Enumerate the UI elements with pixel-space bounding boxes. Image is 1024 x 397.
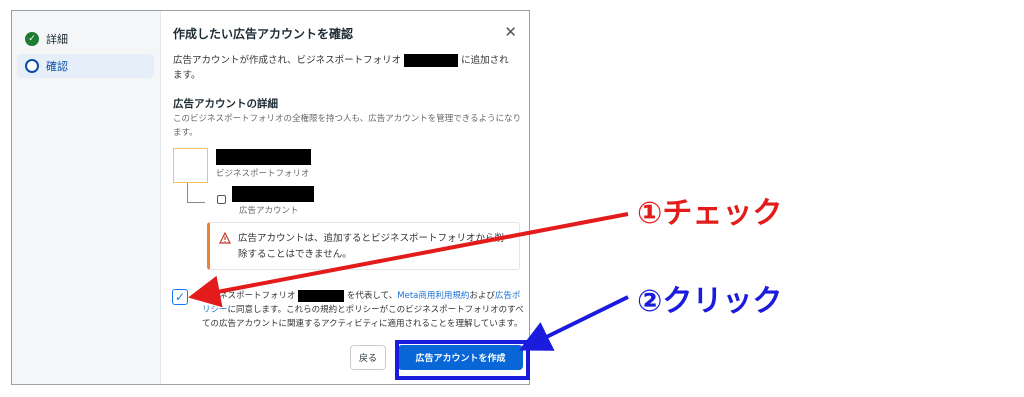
annotation-click: ②クリック	[637, 284, 783, 319]
red-arrow	[188, 212, 629, 308]
blue-arrow	[518, 295, 629, 351]
annotation-check: ①チェック	[637, 196, 783, 231]
annotation-arrows	[188, 212, 629, 351]
